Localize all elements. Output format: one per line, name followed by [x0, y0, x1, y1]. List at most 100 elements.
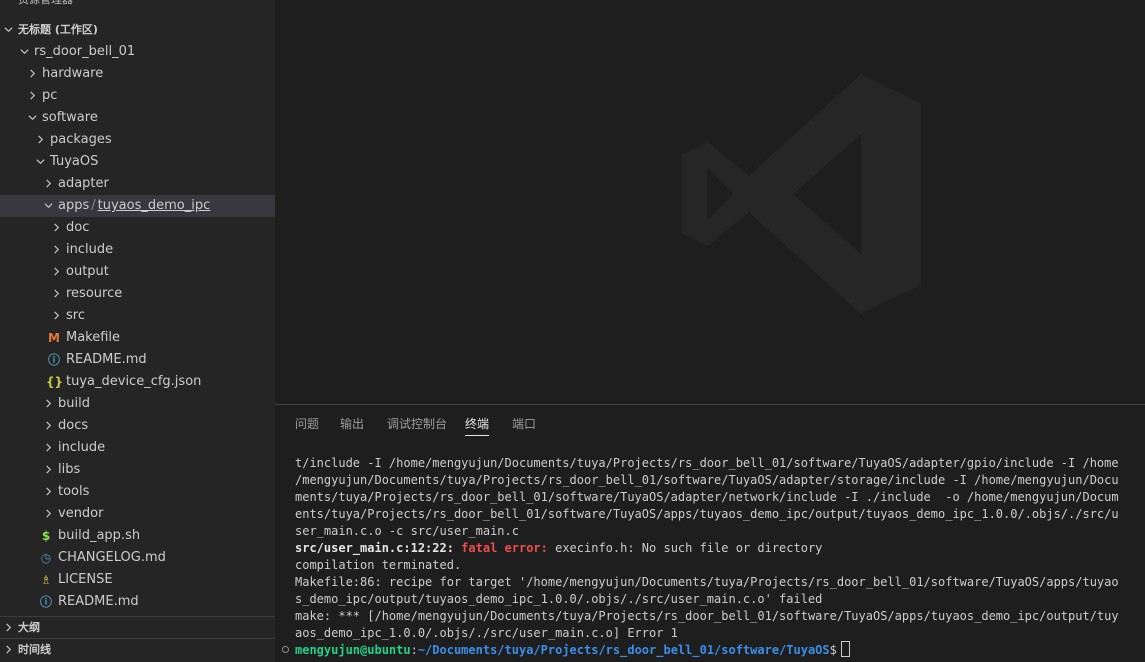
tree-folder[interactable]: build: [0, 393, 275, 415]
chevron-right-icon[interactable]: [40, 437, 56, 459]
shell-icon: $: [41, 529, 51, 543]
tree-item-label: LICENSE: [58, 572, 113, 587]
tree-item-label: resource: [66, 286, 123, 301]
chevron-right-icon[interactable]: [24, 63, 40, 85]
json-icon: {}: [46, 375, 64, 389]
tree-folder[interactable]: software: [0, 107, 275, 129]
chevron-right-icon[interactable]: [40, 415, 56, 437]
chevron-right-icon[interactable]: [40, 173, 56, 195]
prompt-path: ~/Documents/tuya/Projects/rs_door_bell_0…: [417, 643, 830, 657]
tree-folder[interactable]: include: [0, 437, 275, 459]
chevron-down-icon[interactable]: [40, 195, 56, 217]
tree-item-label: pc: [42, 88, 58, 103]
chevron-right-icon[interactable]: [40, 393, 56, 415]
section-header[interactable]: 无标题 (工作区): [0, 19, 275, 41]
chevron-right-icon[interactable]: [0, 617, 16, 639]
section-header[interactable]: 大纲: [0, 617, 275, 639]
tree-folder[interactable]: libs: [0, 459, 275, 481]
terminal-cursor: [840, 641, 850, 657]
explorer-title: 资源管理器: [18, 0, 73, 8]
panel-tab[interactable]: 输出: [340, 415, 364, 435]
chevron-right-icon[interactable]: [48, 217, 64, 239]
tree-item-label: README.md: [58, 594, 139, 609]
vscode-logo-watermark-icon: [681, 74, 921, 314]
tree-folder[interactable]: adapter: [0, 173, 275, 195]
tree-folder[interactable]: pc: [0, 85, 275, 107]
tree-file[interactable]: ♗ LICENSE: [0, 569, 275, 591]
tree-folder[interactable]: TuyaOS: [0, 151, 275, 173]
tree-folder[interactable]: tools: [0, 481, 275, 503]
info-icon: ⓘ: [39, 595, 52, 609]
tree-folder[interactable]: include: [0, 239, 275, 261]
tree-file[interactable]: {} tuya_device_cfg.json: [0, 371, 275, 393]
tree-file[interactable]: ◷ CHANGELOG.md: [0, 547, 275, 569]
tree-file[interactable]: M Makefile: [0, 327, 275, 349]
chevron-right-icon[interactable]: [40, 481, 56, 503]
chevron-right-icon[interactable]: [48, 261, 64, 283]
tree-item-label: include: [58, 440, 106, 455]
chevron-right-icon[interactable]: [48, 239, 64, 261]
tree-folder[interactable]: vendor: [0, 503, 275, 525]
tree-folder[interactable]: apps / tuyaos_demo_ipc: [0, 195, 275, 217]
chevron-down-icon[interactable]: [0, 19, 16, 41]
tree-folder[interactable]: hardware: [0, 63, 275, 85]
tree-item-label: include: [66, 242, 114, 257]
editor-area: [275, 0, 1145, 404]
tree-file[interactable]: ⓘ README.md: [0, 591, 275, 613]
makefile-icon: M: [48, 331, 60, 345]
tree-folder[interactable]: src: [0, 305, 275, 327]
terminal-line: ser_main.c.o -c src/user_main.c: [295, 524, 519, 538]
chevron-right-icon[interactable]: [40, 503, 56, 525]
tree-folder[interactable]: output: [0, 261, 275, 283]
tree-file[interactable]: ⓘ README.md: [0, 349, 275, 371]
tree-item-label: rs_door_bell_01: [34, 44, 136, 59]
tree-file[interactable]: $ build_app.sh: [0, 525, 275, 547]
terminal-output[interactable]: t/include -I /home/mengyujun/Documents/t…: [295, 455, 1125, 642]
tree-folder[interactable]: packages: [0, 129, 275, 151]
tree-item-label: 大纲: [18, 621, 40, 634]
terminal-line: src/user_main.c:12:22: fatal error: exec…: [295, 541, 823, 555]
tree-folder[interactable]: doc: [0, 217, 275, 239]
chevron-right-icon[interactable]: [32, 129, 48, 151]
info-icon: ⓘ: [47, 353, 60, 367]
tree-item-label: adapter: [58, 176, 109, 191]
terminal-line: ents/tuya/Projects/rs_door_bell_01/softw…: [295, 507, 1119, 521]
prompt-symbol: $: [829, 643, 837, 657]
license-icon: ♗: [40, 573, 52, 587]
panel-tab[interactable]: 调试控制台: [387, 415, 447, 435]
tree-item-label: build: [58, 396, 90, 411]
explorer-header: 资源管理器 ···: [0, 0, 275, 8]
panel-tab[interactable]: 端口: [512, 415, 536, 435]
tree-item-label: CHANGELOG.md: [58, 550, 166, 565]
chevron-right-icon[interactable]: [40, 459, 56, 481]
tree-item-label: 无标题 (工作区): [18, 23, 98, 36]
tree-item-label: doc: [66, 220, 90, 235]
panel-tabs: 问题 输出 调试控制台 终端 端口: [275, 405, 1145, 441]
chevron-right-icon[interactable]: [48, 305, 64, 327]
terminal-line: compilation terminated.: [295, 558, 462, 572]
tree-item-label: tools: [58, 484, 90, 499]
chevron-down-icon[interactable]: [24, 107, 40, 129]
tree-folder[interactable]: docs: [0, 415, 275, 437]
tree-folder[interactable]: resource: [0, 283, 275, 305]
terminal-line: s_demo_ipc/output/tuyaos_demo_ipc_1.0.0/…: [295, 592, 823, 606]
tree-item-label: README.md: [66, 352, 147, 367]
terminal-line: ments/tuya/Projects/rs_door_bell_01/soft…: [295, 490, 1119, 504]
terminal-prompt[interactable]: mengyujun@ubuntu:~/Documents/tuya/Projec…: [295, 641, 850, 659]
section-header[interactable]: 时间线: [0, 639, 275, 661]
chevron-right-icon[interactable]: [0, 639, 16, 661]
more-actions-icon[interactable]: ···: [245, 0, 261, 6]
tree-item-label: apps / tuyaos_demo_ipc: [58, 198, 211, 213]
panel-tab[interactable]: 问题: [295, 415, 319, 435]
tree-item-label: packages: [50, 132, 112, 147]
tree-folder[interactable]: rs_door_bell_01: [0, 41, 275, 63]
tree-item-label: output: [66, 264, 109, 279]
chevron-right-icon[interactable]: [48, 283, 64, 305]
chevron-down-icon[interactable]: [16, 41, 32, 63]
tree-item-label: Makefile: [66, 330, 121, 345]
bottom-panel: 问题 输出 调试控制台 终端 端口 t/include -I /home/mengyuj…: [275, 404, 1145, 662]
chevron-down-icon[interactable]: [32, 151, 48, 173]
chevron-right-icon[interactable]: [24, 85, 40, 107]
panel-tab[interactable]: 终端: [465, 415, 490, 436]
command-decoration-icon[interactable]: [282, 646, 289, 653]
